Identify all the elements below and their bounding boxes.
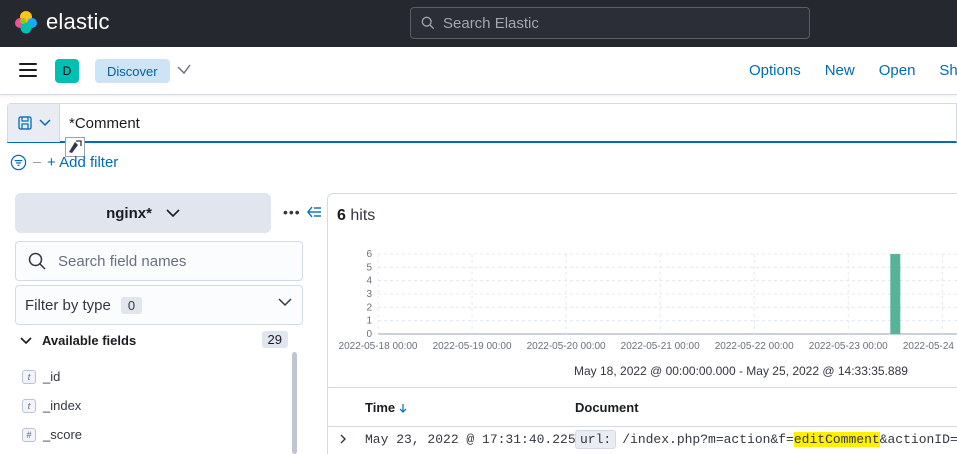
global-header: elastic: [0, 0, 957, 47]
field-list: t _id t _index # _score: [22, 362, 282, 449]
row-document: url: /index.php?m=action&f= editComment &a…: [575, 430, 957, 449]
top-nav-links: Options New Open Share: [749, 62, 957, 79]
hits-label: hits: [350, 207, 376, 224]
field-key-badge: url:: [575, 430, 617, 449]
hits-count: 6 hits: [337, 207, 375, 225]
field-search-input[interactable]: [58, 252, 288, 270]
available-fields-label: Available fields: [42, 333, 137, 348]
field-name: _index: [43, 398, 82, 413]
open-link[interactable]: Open: [879, 62, 916, 79]
index-pattern-label: nginx*: [106, 204, 152, 222]
global-search-input[interactable]: [443, 14, 783, 32]
x-tick-label: 2022-05-19 00:00: [433, 341, 512, 352]
y-tick-label: 4: [366, 276, 372, 287]
doc-value-prefix: /index.php?m=action&f=: [622, 432, 794, 447]
filter-divider: [33, 162, 41, 163]
options-link[interactable]: Options: [749, 62, 801, 79]
x-tick-label: 2022-05-22 00:00: [715, 341, 794, 352]
chevron-down-icon: [38, 119, 51, 127]
histogram-bar: [890, 254, 901, 334]
more-options-icon[interactable]: •••: [283, 205, 301, 219]
breadcrumb-discover[interactable]: Discover: [95, 59, 170, 83]
share-link[interactable]: Share: [939, 62, 957, 79]
check-icon: [177, 64, 191, 75]
results-panel: 6 hits 0 1 2 3 4 5 6 2022-05-18 00:00 2022-05-19…: [327, 193, 957, 454]
add-filter-button[interactable]: + Add filter: [47, 154, 118, 171]
filter-by-type-label: Filter by type: [25, 296, 111, 314]
number-type-icon: #: [22, 427, 36, 442]
row-timestamp: May 23, 2022 @ 17:31:40.225: [365, 432, 576, 447]
field-item[interactable]: # _score: [22, 420, 282, 449]
chevron-down-icon: [20, 336, 32, 344]
document-column-header[interactable]: Document: [575, 400, 639, 415]
time-column-header[interactable]: Time: [365, 400, 408, 415]
x-tick-label: 2022-05-18 00:00: [339, 341, 418, 352]
index-pattern-selector[interactable]: nginx*: [15, 193, 271, 233]
filter-by-type-dropdown[interactable]: Filter by type 0: [15, 285, 303, 325]
field-item[interactable]: t _id: [22, 362, 282, 391]
saved-query-button[interactable]: [8, 104, 60, 142]
x-tick-label: 2022-05-24 00:00: [903, 341, 957, 352]
chevron-down-icon: [278, 298, 292, 307]
filter-count-badge: 0: [120, 296, 143, 314]
hits-number: 6: [337, 207, 346, 224]
y-tick-label: 3: [366, 289, 372, 300]
string-type-icon: t: [22, 398, 36, 413]
time-range-label: May 18, 2022 @ 00:00:00.000 - May 25, 20…: [574, 364, 908, 378]
y-tick-label: 2: [366, 302, 372, 313]
collapse-sidebar-icon[interactable]: [306, 204, 322, 220]
field-name: _id: [43, 369, 61, 384]
sort-down-icon: [399, 403, 407, 413]
global-search[interactable]: [410, 7, 810, 39]
new-link[interactable]: New: [825, 62, 855, 79]
app-toolbar: D Discover Options New Open Share: [0, 47, 957, 95]
x-tick-label: 2022-05-21 00:00: [621, 341, 700, 352]
string-type-icon: t: [22, 369, 36, 384]
available-fields-count: 29: [261, 331, 288, 348]
doc-value-suffix: &actionID=1874: [879, 432, 957, 447]
elastic-logo[interactable]: elastic: [14, 9, 110, 35]
x-tick-label: 2022-05-20 00:00: [527, 341, 606, 352]
table-row[interactable]: May 23, 2022 @ 17:31:40.225 url: /index.…: [328, 428, 957, 454]
field-item[interactable]: t _index: [22, 391, 282, 420]
menu-icon[interactable]: [19, 63, 37, 77]
x-tick-label: 2022-05-23 00:00: [809, 341, 888, 352]
filter-row: + Add filter: [10, 154, 118, 171]
y-tick-label: 6: [366, 249, 372, 260]
query-bar: *Comment: [7, 103, 957, 143]
search-icon: [421, 16, 435, 30]
filter-icon[interactable]: [10, 154, 27, 171]
table-header: Time Document: [328, 387, 957, 427]
save-icon: [17, 116, 32, 130]
search-icon: [28, 252, 46, 270]
field-name: _score: [43, 427, 83, 442]
field-search[interactable]: [15, 241, 303, 281]
y-tick-label: 1: [366, 316, 372, 327]
y-tick-label: 5: [366, 262, 372, 273]
histogram-chart[interactable]: 0 1 2 3 4 5 6 2022-05-18 00:00 2022-05-19 00:00 2…: [328, 238, 957, 358]
available-fields-header[interactable]: Available fields 29: [20, 331, 288, 348]
query-input[interactable]: *Comment: [69, 115, 140, 132]
space-avatar[interactable]: D: [55, 59, 79, 83]
elastic-logo-icon: [15, 11, 37, 34]
sidebar-scrollbar[interactable]: [292, 352, 297, 454]
search-highlight: editComment: [793, 432, 880, 447]
y-tick-label: 0: [366, 329, 372, 340]
chevron-right-icon[interactable]: [338, 433, 348, 445]
brand-name: elastic: [46, 9, 110, 34]
chevron-down-icon: [166, 208, 180, 217]
